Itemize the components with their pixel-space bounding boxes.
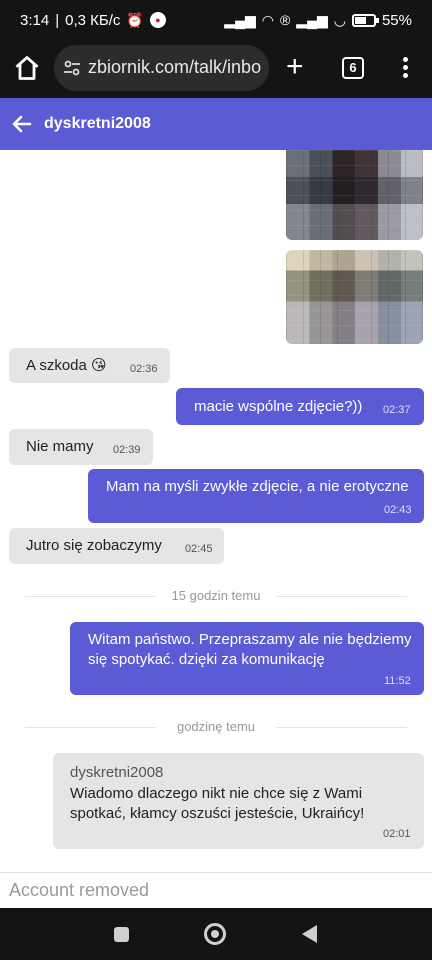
system-nav-bar bbox=[0, 908, 432, 960]
photo-attachment[interactable] bbox=[286, 250, 423, 344]
message-time: 02:37 bbox=[383, 404, 411, 416]
more-menu-icon[interactable] bbox=[398, 55, 412, 81]
battery-level: 55% bbox=[381, 11, 412, 29]
divider-line bbox=[277, 596, 407, 597]
app-notification-icon: ● bbox=[149, 12, 166, 28]
message-text: A szkoda 😘 bbox=[26, 357, 107, 374]
wifi-call-icon: ◠ bbox=[261, 12, 274, 28]
account-status: Account removed bbox=[9, 880, 150, 900]
chat-footer: Account removed bbox=[0, 872, 432, 908]
message-text: Mam na myśli zwykłe zdjęcie, a nie eroty… bbox=[106, 478, 409, 495]
site-settings-icon[interactable] bbox=[62, 58, 82, 78]
message-time: 02:43 bbox=[384, 504, 412, 516]
tab-switcher-button[interactable]: 6 bbox=[342, 57, 364, 79]
separator: | bbox=[55, 11, 60, 29]
photo-attachment[interactable] bbox=[286, 150, 423, 240]
signal-2-icon: ▂▄▆ bbox=[296, 12, 328, 28]
network-speed: 0,3 КБ/с bbox=[65, 11, 121, 29]
recents-icon[interactable] bbox=[114, 927, 129, 942]
chat-header: dyskretni2008 bbox=[0, 98, 432, 150]
back-arrow-icon[interactable] bbox=[10, 112, 34, 136]
message-text: Nie mamy bbox=[26, 438, 94, 455]
chat-title[interactable]: dyskretni2008 bbox=[44, 115, 151, 133]
status-bar: 3:14 | 0,3 КБ/с ⏰ ● ▂▄▆ ◠ ® ▂▄▆ ◡ 55% bbox=[0, 0, 432, 40]
outgoing-message: macie wspólne zdjęcie?)) 02:37 bbox=[176, 388, 424, 425]
incoming-message: Nie mamy 02:39 bbox=[9, 429, 153, 465]
message-time: 02:39 bbox=[113, 444, 141, 456]
battery-icon bbox=[351, 13, 379, 27]
incoming-message: Jutro się zobaczymy 02:45 bbox=[9, 528, 224, 564]
status-left: 3:14 | 0,3 КБ/с ⏰ ● bbox=[20, 11, 166, 29]
time-divider: 15 godzin temu bbox=[25, 586, 407, 606]
url-text: zbiornik.com/talk/inbo bbox=[88, 57, 262, 77]
incoming-message: dyskretni2008 Wiadomo dlaczego nikt nie … bbox=[53, 753, 424, 849]
message-text: Jutro się zobaczymy bbox=[26, 537, 162, 554]
signal-icon: ▂▄▆ bbox=[224, 12, 256, 28]
home-icon[interactable] bbox=[13, 54, 41, 82]
message-time: 02:36 bbox=[130, 363, 158, 375]
alarm-icon: ⏰ bbox=[126, 12, 144, 28]
message-text: Wiadomo dlaczego nikt nie chce się z Wam… bbox=[70, 785, 365, 822]
outgoing-message: Witam państwo. Przepraszamy ale nie będz… bbox=[70, 622, 424, 695]
home-button-icon[interactable] bbox=[204, 923, 226, 945]
back-icon[interactable] bbox=[302, 925, 317, 943]
address-bar[interactable]: zbiornik.com/talk/inbo bbox=[54, 45, 269, 91]
status-right: ▂▄▆ ◠ ® ▂▄▆ ◡ 55% bbox=[224, 11, 412, 29]
message-sender: dyskretni2008 bbox=[70, 764, 164, 781]
roaming-icon: ® bbox=[279, 12, 291, 28]
divider-line bbox=[277, 727, 407, 728]
outgoing-message: Mam na myśli zwykłe zdjęcie, a nie eroty… bbox=[88, 469, 424, 523]
clock: 3:14 bbox=[20, 11, 50, 29]
message-time: 02:45 bbox=[185, 543, 213, 555]
new-tab-icon[interactable]: + bbox=[286, 52, 304, 82]
wifi-icon: ◡ bbox=[333, 12, 346, 28]
message-text: Witam państwo. Przepraszamy ale nie będz… bbox=[88, 631, 412, 668]
time-divider: godzinę temu bbox=[25, 717, 407, 737]
browser-toolbar: zbiornik.com/talk/inbo + 6 bbox=[0, 40, 432, 98]
message-time: 02:01 bbox=[383, 828, 411, 840]
incoming-message: A szkoda 😘 02:36 bbox=[9, 348, 170, 383]
message-text: macie wspólne zdjęcie?)) bbox=[194, 398, 363, 415]
message-time: 11:52 bbox=[384, 675, 411, 687]
